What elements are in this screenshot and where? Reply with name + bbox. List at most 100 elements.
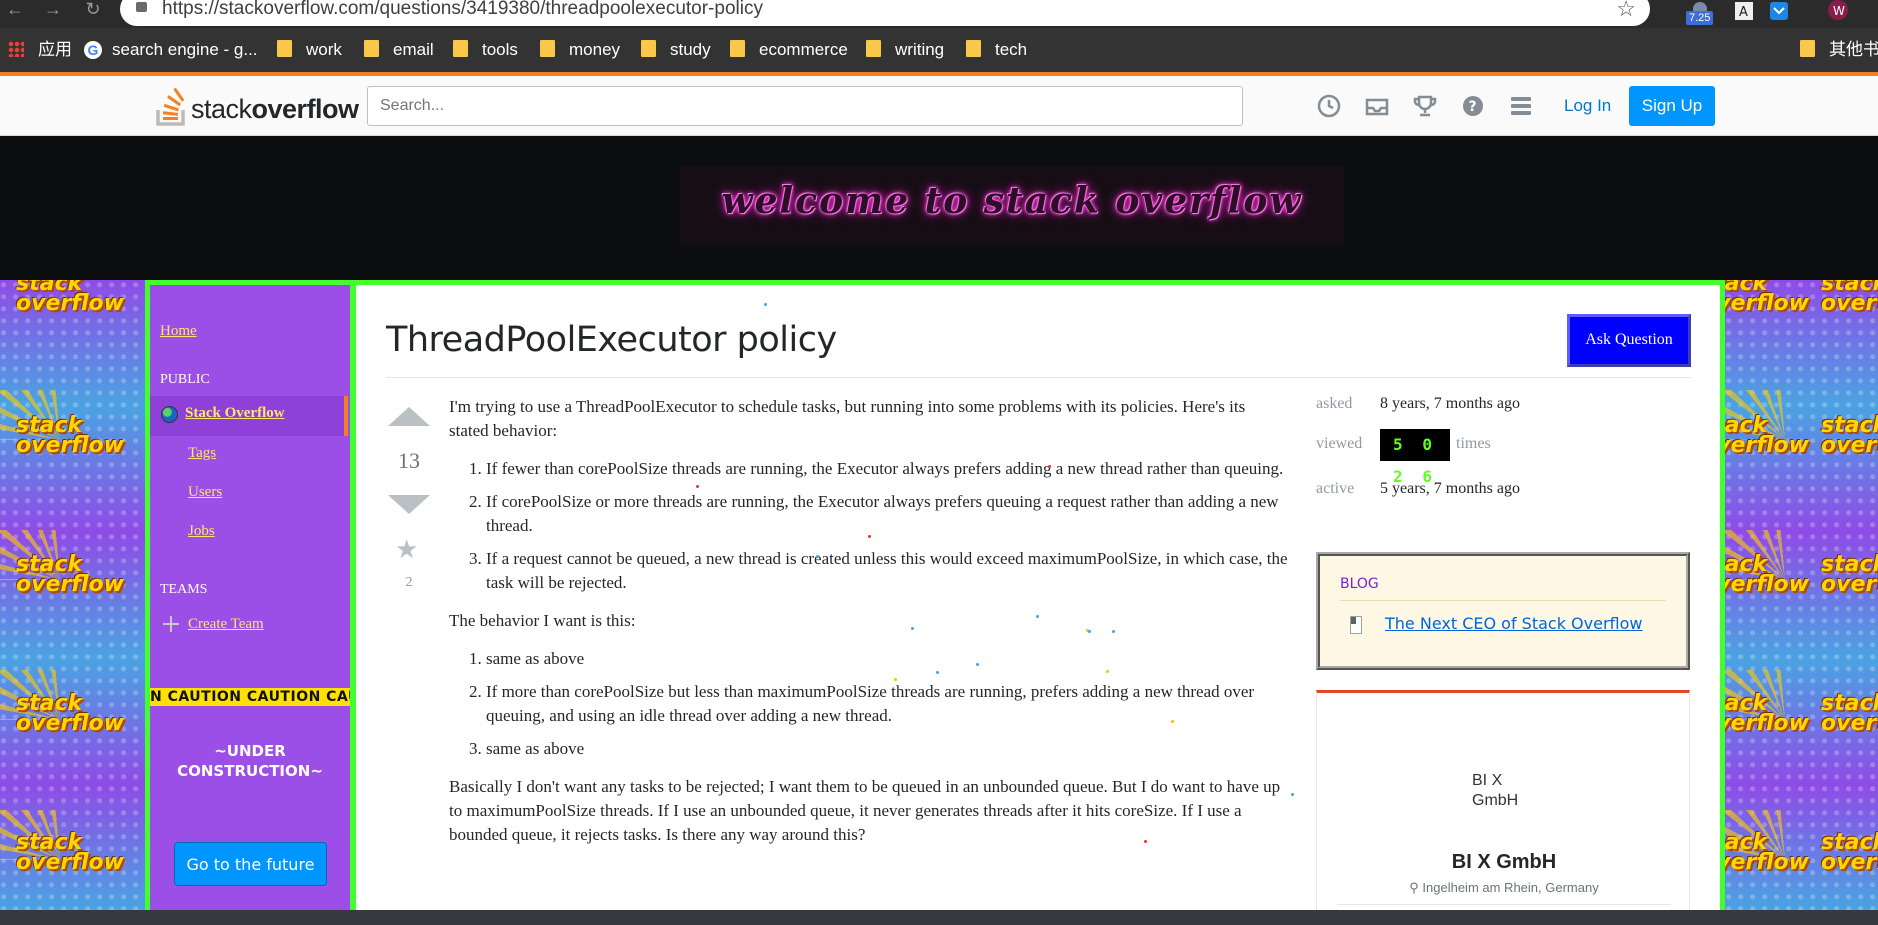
tile-label: stackoverflow bbox=[16, 830, 124, 875]
tile-label: stackoverflow bbox=[16, 691, 124, 736]
sparkle-decoration bbox=[911, 627, 914, 630]
question-title[interactable]: ThreadPoolExecutor policy bbox=[386, 320, 837, 360]
svg-text:?: ? bbox=[1469, 99, 1477, 115]
recent-history-icon[interactable] bbox=[1315, 92, 1343, 120]
bookmark-writing[interactable]: writing bbox=[866, 38, 944, 62]
bookmark-ecommerce[interactable]: ecommerce bbox=[730, 38, 848, 62]
sparkle-decoration bbox=[894, 678, 897, 681]
achievements-trophy-icon[interactable] bbox=[1411, 92, 1439, 120]
extension-badge: 7.25 bbox=[1686, 11, 1714, 25]
signup-button[interactable]: Sign Up bbox=[1629, 86, 1715, 126]
nav-tags[interactable]: Tags bbox=[188, 445, 216, 462]
tile-label: stackoverflow bbox=[1821, 552, 1878, 597]
downvote-arrow-icon[interactable] bbox=[388, 495, 430, 514]
list-item: If a request cannot be queued, a new thr… bbox=[486, 547, 1289, 595]
browser-address-row: ← → ↻ https://stackoverflow.com/question… bbox=[0, 0, 1878, 28]
site-switcher-icon[interactable] bbox=[1507, 92, 1535, 120]
bookmark-search-engine[interactable]: Gsearch engine - g... bbox=[84, 38, 258, 62]
sparkle-decoration bbox=[816, 555, 819, 558]
svg-text:A: A bbox=[1739, 5, 1748, 20]
list-item: same as above bbox=[486, 647, 1289, 671]
nav-home[interactable]: Home bbox=[160, 323, 197, 340]
bookmark-star-icon[interactable]: ☆ bbox=[1616, 0, 1636, 22]
forward-icon[interactable]: → bbox=[40, 0, 66, 22]
tile-label: stackoverflow bbox=[1821, 691, 1878, 736]
tile-label: stackoverflow bbox=[16, 413, 124, 458]
nav-stack-overflow-label[interactable]: Stack Overflow bbox=[185, 405, 285, 422]
apps-grid-icon bbox=[8, 41, 24, 57]
back-icon[interactable]: ← bbox=[2, 0, 28, 22]
folder-icon bbox=[966, 40, 981, 57]
bookmark-work[interactable]: work bbox=[277, 38, 342, 62]
main-content: ThreadPoolExecutor policy Ask Question 1… bbox=[356, 285, 1720, 910]
reload-icon[interactable]: ↻ bbox=[80, 0, 106, 22]
pocket-extension-icon[interactable] bbox=[1768, 0, 1790, 26]
right-tiles-background: stackoverflow stackoverflow stackoverflo… bbox=[1725, 280, 1878, 910]
sparkle-decoration bbox=[1291, 793, 1294, 796]
favorite-star-icon[interactable]: ★ bbox=[395, 536, 418, 562]
tile-label: stackoverflow bbox=[1821, 830, 1878, 875]
sparkle-decoration bbox=[1088, 630, 1091, 633]
post-paragraph: Basically I don't want any tasks to be r… bbox=[449, 777, 1281, 844]
folder-icon bbox=[866, 40, 881, 57]
view-counter: 5 0 2 6 bbox=[1380, 429, 1450, 486]
bookmark-study[interactable]: study bbox=[641, 38, 711, 62]
blog-widget: BLOG The Next CEO of Stack Overflow bbox=[1316, 552, 1690, 670]
folder-icon bbox=[364, 40, 379, 57]
desired-behavior-list: same as above If more than corePoolSize … bbox=[486, 647, 1289, 761]
go-to-future-button[interactable]: Go to the future bbox=[174, 842, 327, 886]
tile-label: stackoverflow bbox=[1725, 830, 1809, 875]
folder-icon bbox=[730, 40, 745, 57]
help-icon[interactable]: ? bbox=[1459, 92, 1487, 120]
list-item: If corePoolSize or more threads are runn… bbox=[486, 490, 1289, 538]
bookmark-apps[interactable]: 应用 bbox=[8, 38, 72, 62]
job-ad-card[interactable]: BI X GmbH BI X GmbH ⚲ Ingelheim am Rhein… bbox=[1316, 690, 1690, 910]
address-bar[interactable]: https://stackoverflow.com/questions/3419… bbox=[120, 0, 1650, 26]
bookmark-other[interactable]: 其他书签 bbox=[1800, 38, 1878, 62]
asked-label: asked bbox=[1316, 395, 1353, 412]
bookmark-tech[interactable]: tech bbox=[966, 38, 1027, 62]
blog-heading: BLOG bbox=[1340, 576, 1379, 592]
caution-tape: N CAUTION CAUTION CAUTION bbox=[150, 688, 350, 706]
profile-avatar[interactable]: W bbox=[1826, 0, 1850, 26]
inbox-icon[interactable] bbox=[1363, 92, 1391, 120]
left-tiles-background: stack overflow stack overflow stack overflo… bbox=[0, 280, 148, 910]
bottom-bar bbox=[0, 910, 1878, 925]
nav-jobs[interactable]: Jobs bbox=[188, 523, 215, 540]
upvote-arrow-icon[interactable] bbox=[388, 407, 430, 426]
nav-heading-public: PUBLIC bbox=[160, 372, 210, 387]
list-item: If more than corePoolSize but less than … bbox=[486, 680, 1289, 728]
nav-heading-teams: TEAMS bbox=[160, 582, 208, 597]
vote-count: 13 bbox=[398, 448, 420, 473]
tile-label: stackoverflow bbox=[16, 552, 124, 597]
login-link[interactable]: Log In bbox=[1552, 88, 1623, 124]
tile-label: stackoverflow bbox=[1821, 280, 1878, 316]
sparkle-decoration bbox=[696, 485, 699, 488]
dictionary-extension-icon[interactable]: A bbox=[1733, 0, 1755, 26]
active-label: active bbox=[1316, 480, 1355, 497]
blog-post-link[interactable]: The Next CEO of Stack Overflow bbox=[1385, 614, 1643, 633]
bookmark-tools[interactable]: tools bbox=[453, 38, 518, 62]
sparkle-decoration bbox=[764, 303, 767, 306]
tile-label: stackoverflow bbox=[1725, 691, 1809, 736]
blog-divider bbox=[1340, 600, 1666, 601]
active-value[interactable]: 5 years, 7 months ago bbox=[1380, 480, 1520, 498]
list-item: same as above bbox=[486, 737, 1289, 761]
bookmark-email[interactable]: email bbox=[364, 38, 434, 62]
asked-value[interactable]: 8 years, 7 months ago bbox=[1380, 395, 1520, 413]
post-paragraph: The behavior I want is this: bbox=[449, 611, 636, 630]
ask-question-button[interactable]: Ask Question bbox=[1567, 314, 1691, 367]
bookmark-money[interactable]: money bbox=[540, 38, 620, 62]
company-location: ⚲ Ingelheim am Rhein, Germany bbox=[1409, 880, 1599, 895]
lock-icon bbox=[136, 2, 147, 12]
title-divider bbox=[386, 377, 1691, 378]
url-text[interactable]: https://stackoverflow.com/questions/3419… bbox=[162, 0, 763, 20]
welcome-text: welcome to stack overflow bbox=[721, 180, 1303, 222]
nav-users[interactable]: Users bbox=[188, 484, 222, 501]
globe-icon bbox=[161, 406, 178, 423]
svg-text:W: W bbox=[1833, 4, 1845, 18]
company-name[interactable]: BI X GmbH bbox=[1317, 851, 1691, 874]
nav-create-team[interactable]: Create Team bbox=[188, 616, 264, 633]
list-item: If fewer than corePoolSize threads are r… bbox=[486, 457, 1289, 481]
search-input[interactable] bbox=[367, 86, 1243, 126]
